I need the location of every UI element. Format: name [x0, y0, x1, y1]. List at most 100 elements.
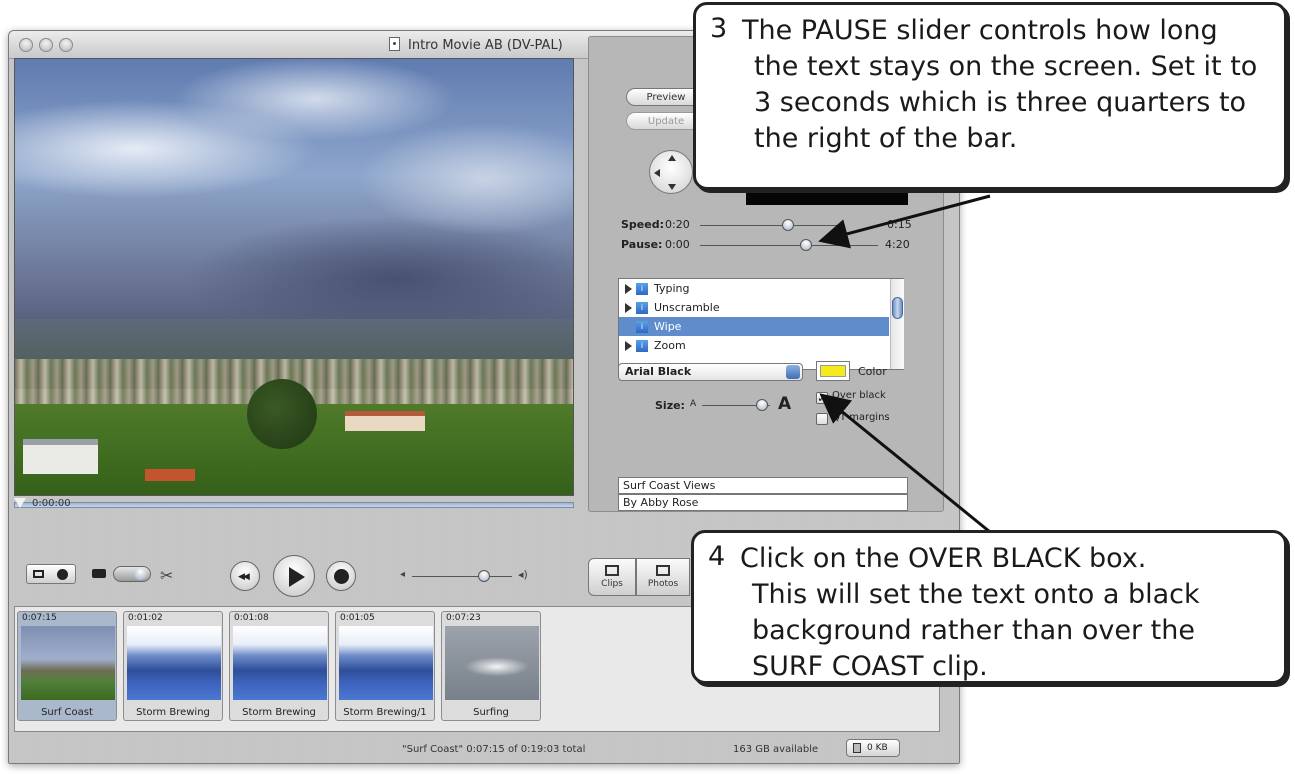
callout-step-3: 3 The PAUSE slider controls how long the…: [693, 2, 1287, 190]
size-large-icon: A: [778, 394, 792, 414]
full-screen-icon: [334, 569, 349, 584]
size-slider-knob[interactable]: [756, 399, 768, 411]
window-title: Intro Movie AB (DV-PAL): [389, 37, 563, 53]
qt-margins-checkbox[interactable]: [816, 413, 828, 425]
disclosure-triangle-icon[interactable]: [625, 302, 632, 313]
callout-number: 4: [708, 541, 726, 572]
speed-label: Speed:: [621, 218, 664, 231]
photos-button-label: Photos: [647, 579, 679, 589]
playhead-icon[interactable]: [14, 498, 26, 508]
title-text-line1[interactable]: Surf Coast Views: [618, 477, 908, 494]
clip-duration: 0:07:23: [446, 613, 481, 623]
clip-thumbnail: [339, 626, 433, 700]
clip-name: Storm Brewing: [136, 707, 210, 718]
clip-item[interactable]: 0:01:02 Storm Brewing: [123, 611, 223, 721]
mode-switch-knob[interactable]: [134, 568, 147, 580]
full-screen-play-button[interactable]: [326, 561, 356, 591]
clip-duration: 0:01:02: [128, 613, 163, 623]
clip-view-icon[interactable]: [33, 570, 44, 578]
window-title-text: Intro Movie AB (DV-PAL): [408, 38, 563, 53]
callout-line: SURF COAST clip.: [752, 651, 988, 682]
speed-slider-knob[interactable]: [782, 219, 794, 231]
callout-line: This will set the text onto a black: [752, 579, 1200, 610]
title-style-icon: i: [636, 339, 648, 352]
rewind-button[interactable]: ◀◀: [230, 561, 260, 591]
arrow-down-icon[interactable]: [668, 184, 676, 190]
trash-icon: [853, 743, 861, 753]
disk-space: 163 GB available: [733, 744, 819, 755]
clip-item[interactable]: 0:01:08 Storm Brewing: [229, 611, 329, 721]
arrow-left-icon[interactable]: [654, 169, 660, 177]
clip-item[interactable]: 0:01:05 Storm Brewing/1: [335, 611, 435, 721]
select-arrows-icon: [786, 365, 800, 379]
play-button[interactable]: [273, 555, 315, 597]
document-icon: [389, 37, 400, 51]
mode-switch[interactable]: [113, 566, 151, 582]
size-label: Size:: [655, 399, 685, 412]
viewer-house: [345, 411, 425, 431]
title-styles-list[interactable]: i Typing i Unscramble i Wipe i Zoom: [618, 278, 904, 370]
list-item-label: Typing: [654, 282, 690, 295]
list-item-label: Wipe: [654, 320, 682, 333]
scrubber-bar[interactable]: 0:00:00: [14, 496, 574, 514]
status-summary: "Surf Coast" 0:07:15 of 0:19:03 total: [402, 744, 586, 755]
volume-slider-knob[interactable]: [478, 570, 490, 582]
photos-icon: [656, 565, 670, 576]
font-select[interactable]: Arial Black: [618, 363, 803, 381]
list-item-zoom[interactable]: i Zoom: [619, 336, 889, 355]
volume-slider-track[interactable]: [412, 576, 512, 577]
pause-label: Pause:: [621, 238, 663, 251]
trash-button[interactable]: 0 KB: [846, 739, 900, 757]
video-viewer[interactable]: [14, 58, 574, 496]
title-text-line2[interactable]: By Abby Rose: [618, 494, 908, 511]
clips-pane-button[interactable]: Clips: [588, 558, 636, 596]
viewer-house: [23, 439, 98, 474]
title-style-icon: i: [636, 282, 648, 295]
speed-min: 0:20: [665, 218, 690, 231]
camera-icon: [92, 569, 106, 578]
scroll-thumb[interactable]: [892, 297, 903, 319]
clip-item[interactable]: 0:07:15 Surf Coast: [17, 611, 117, 721]
zoom-window-button[interactable]: [59, 38, 73, 52]
scissors-icon: ✂: [160, 566, 174, 585]
list-item-unscramble[interactable]: i Unscramble: [619, 298, 889, 317]
callout-text: Click on the OVER BLACK box. This will s…: [740, 541, 1200, 685]
disclosure-triangle-icon[interactable]: [625, 283, 632, 294]
over-black-label[interactable]: Over black: [832, 390, 886, 401]
disclosure-triangle-icon[interactable]: [625, 340, 632, 351]
direction-pad[interactable]: [649, 150, 693, 194]
scrubber-track[interactable]: [14, 502, 574, 508]
clip-name: Storm Brewing/1: [343, 707, 427, 718]
minimize-window-button[interactable]: [39, 38, 53, 52]
pause-slider-knob[interactable]: [800, 239, 812, 251]
photos-pane-button[interactable]: Photos: [636, 558, 690, 596]
view-toggle[interactable]: [26, 564, 76, 584]
font-select-value: Arial Black: [625, 365, 692, 378]
list-item-typing[interactable]: i Typing: [619, 279, 889, 298]
volume-low-icon: ◂: [400, 569, 406, 580]
play-icon: [289, 567, 305, 587]
title-style-icon: i: [636, 301, 648, 314]
qt-margins-label[interactable]: QT margins: [832, 412, 890, 423]
callout-line: The PAUSE slider controls how long: [742, 15, 1218, 46]
pause-slider-track[interactable]: [700, 245, 878, 246]
clip-thumbnail: [233, 626, 327, 700]
speed-slider-track[interactable]: [700, 225, 840, 226]
viewer-roof: [145, 469, 195, 481]
arrow-up-icon[interactable]: [668, 155, 676, 161]
list-scrollbar[interactable]: [890, 279, 904, 369]
close-window-button[interactable]: [19, 38, 33, 52]
volume-high-icon: ◂): [518, 568, 528, 581]
callout-line: the right of the bar.: [754, 123, 1018, 154]
callout-line: 3 seconds which is three quarters to: [754, 87, 1247, 118]
clip-item[interactable]: 0:07:23 Surfing: [441, 611, 541, 721]
clip-thumbnail: [445, 626, 539, 700]
callout-text: The PAUSE slider controls how long the t…: [742, 13, 1257, 157]
callout-step-4: 4 Click on the OVER BLACK box. This will…: [691, 530, 1287, 684]
color-swatch[interactable]: [816, 361, 850, 381]
list-item-label: Zoom: [654, 339, 686, 352]
over-black-checkbox[interactable]: ✓: [816, 392, 828, 404]
timeline-view-icon[interactable]: [57, 569, 68, 580]
clip-duration: 0:01:05: [340, 613, 375, 623]
list-item-wipe[interactable]: i Wipe: [619, 317, 889, 336]
